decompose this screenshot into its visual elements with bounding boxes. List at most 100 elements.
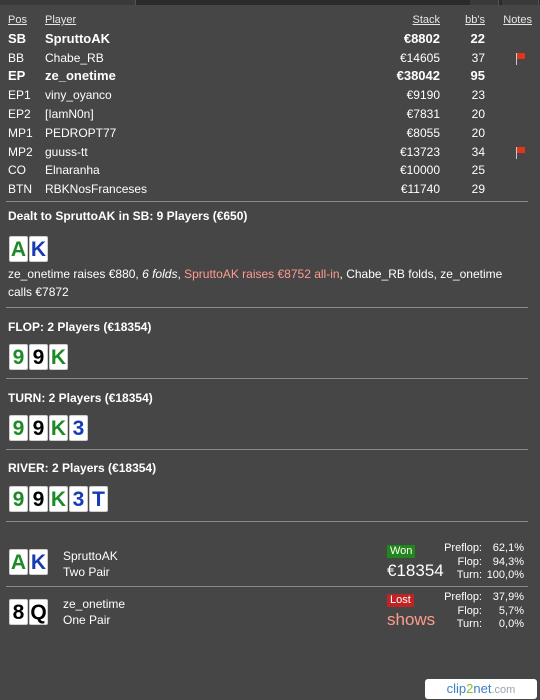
playing-card: Q	[29, 599, 48, 625]
player-name: Chabe_RB	[45, 50, 104, 65]
clip2net-logo: clip2net.com	[425, 679, 537, 699]
equity-value: 94,3%	[492, 555, 524, 568]
divider	[6, 378, 528, 379]
loser-name: ze_onetime	[63, 597, 126, 611]
header-notes[interactable]: Notes	[498, 11, 532, 30]
player-name: ze_onetime	[45, 68, 116, 84]
playing-card: 9	[9, 486, 28, 512]
hole-cards: AK	[9, 236, 49, 262]
header-stack[interactable]: Stack	[338, 11, 440, 30]
preflop-title: Dealt to SpruttoAK in SB: 9 Players (€65…	[8, 209, 248, 223]
equity-value: 0,0%	[498, 618, 524, 630]
equity-row: Flop: 5,7%	[440, 605, 524, 619]
playing-card: A	[9, 549, 28, 575]
logo-text: .com	[491, 684, 516, 696]
equity-label: Flop:	[457, 555, 482, 568]
flop-title: FLOP: 2 Players (€18354)	[8, 320, 152, 334]
red-flag-icon[interactable]	[514, 146, 526, 159]
player-bbs: 29	[471, 182, 485, 197]
playing-card: T	[89, 486, 108, 512]
player-stack: €38042	[396, 68, 440, 84]
player-row[interactable]: MP2 guuss-tt €13723 34	[8, 143, 532, 162]
player-bbs: 20	[471, 125, 485, 140]
player-stack: €13723	[399, 144, 440, 159]
playing-card: K	[49, 415, 68, 441]
divider	[6, 307, 528, 308]
divider	[6, 201, 528, 202]
header-bbs[interactable]: bb's	[448, 11, 485, 30]
loser-equity: Preflop: 37,9% Flop: 5,7% Turn: 0,0%	[440, 591, 524, 632]
player-bbs: 37	[471, 50, 485, 65]
player-row[interactable]: EP2 [IamN0n] €7831 20	[8, 105, 532, 124]
equity-row: Turn: 100,0%	[440, 569, 524, 583]
player-row[interactable]: EP1 viny_oyanco €9190 23	[8, 86, 532, 105]
player-stack: €14605	[399, 50, 440, 65]
player-bbs: 23	[471, 88, 485, 103]
header-pos[interactable]: Pos	[8, 11, 44, 30]
player-row[interactable]: BTN RBKNosFranceses €11740 29	[8, 180, 532, 199]
playing-card: 9	[29, 415, 48, 441]
playing-card: K	[29, 549, 48, 575]
playing-card: 9	[29, 486, 48, 512]
equity-label: Preflop:	[444, 591, 482, 603]
equity-row: Flop: 94,3%	[440, 556, 524, 570]
shows-label[interactable]: shows	[387, 610, 435, 630]
playing-card: 9	[9, 344, 28, 370]
playing-card: 9	[9, 415, 28, 441]
player-pos: EP	[8, 68, 26, 84]
loser-cards: 8Q	[9, 599, 49, 625]
player-name: PEDROPT77	[45, 125, 117, 140]
player-row[interactable]: CO Elnaranha €10000 25	[8, 161, 532, 180]
player-name: [IamN0n]	[45, 106, 94, 121]
river-cards: 99K3T	[9, 486, 109, 512]
player-name: Elnaranha	[45, 163, 100, 178]
playing-card: 9	[29, 344, 48, 370]
player-stack: €7831	[406, 106, 440, 121]
player-row[interactable]: EP ze_onetime €38042 95	[8, 67, 532, 86]
player-name: guuss-tt	[45, 144, 88, 159]
action-text-highlight: SpruttoAK raises €8752 all-in	[184, 267, 340, 281]
player-row[interactable]: SB SpruttoAK €8802 22	[8, 30, 532, 49]
river-title: RIVER: 2 Players (€18354)	[8, 461, 157, 475]
header-player[interactable]: Player	[45, 11, 305, 30]
winner-cards: AK	[9, 549, 49, 575]
equity-value: 37,9%	[492, 591, 524, 603]
player-pos: SB	[8, 30, 27, 46]
player-stack: €11740	[400, 182, 440, 197]
equity-row: Turn: 0,0%	[440, 618, 524, 632]
player-pos: BTN	[8, 182, 32, 197]
player-bbs: 22	[470, 30, 485, 46]
preflop-action-text: ze_onetime raises €880, 6 folds, Sprutto…	[8, 265, 528, 301]
winner-equity: Preflop: 62,1% Flop: 94,3% Turn: 100,0%	[440, 542, 524, 583]
player-row[interactable]: BB Chabe_RB €14605 37	[8, 49, 532, 68]
player-bbs: 25	[471, 163, 485, 178]
player-table-header: Pos Player Stack bb's Notes	[8, 11, 532, 30]
divider	[6, 586, 528, 587]
logo-text: clip	[446, 681, 467, 696]
equity-value: 100,0%	[486, 569, 524, 581]
player-name: viny_oyanco	[45, 88, 112, 103]
divider	[6, 449, 528, 450]
turn-title: TURN: 2 Players (€18354)	[8, 391, 153, 405]
player-row[interactable]: MP1 PEDROPT77 €8055 20	[8, 124, 532, 143]
player-bbs: 34	[471, 144, 485, 159]
red-flag-icon[interactable]	[514, 52, 526, 65]
player-pos: CO	[8, 163, 26, 178]
window-top-bar	[0, 0, 540, 5]
playing-card: K	[49, 486, 68, 512]
toolbar-segment[interactable]	[0, 0, 136, 5]
equity-label: Turn:	[456, 618, 482, 630]
won-amount: €18354	[387, 561, 444, 580]
lost-badge: Lost	[387, 594, 414, 607]
player-pos: MP2	[8, 144, 33, 159]
toolbar-segment[interactable]	[470, 0, 499, 5]
equity-row: Preflop: 37,9%	[440, 591, 524, 605]
player-stack: €8055	[406, 125, 440, 140]
toolbar-segment[interactable]	[502, 0, 539, 5]
player-bbs: 95	[470, 68, 485, 84]
player-name: RBKNosFranceses	[45, 182, 148, 197]
logo-text: net	[473, 681, 492, 696]
loser-hand: One Pair	[63, 613, 111, 627]
equity-label: Turn:	[456, 569, 482, 581]
equity-label: Flop:	[457, 604, 482, 617]
